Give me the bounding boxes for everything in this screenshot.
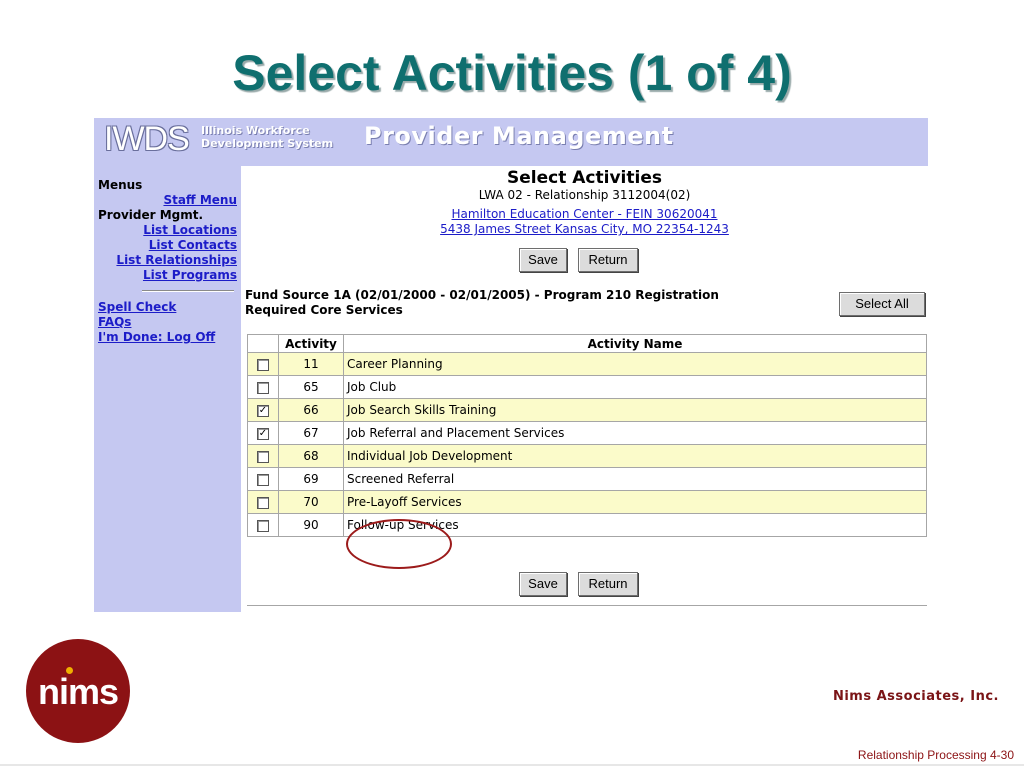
nims-logo-text: nims: [37, 671, 119, 712]
fund-source-line1: Fund Source 1A (02/01/2000 - 02/01/2005)…: [245, 288, 719, 302]
table-row: 70 Pre-Layoff Services: [247, 490, 927, 514]
sidebar-item-list-contacts[interactable]: List Contacts: [149, 238, 237, 252]
sidebar-item-list-locations[interactable]: List Locations: [143, 223, 237, 237]
sidebar-item-log-off[interactable]: I'm Done: Log Off: [98, 330, 215, 344]
select-all-button[interactable]: Select All: [839, 292, 925, 316]
activities-table: Activity Activity Name 11 Career Plannin…: [247, 334, 927, 537]
header-activity-name: Activity Name: [343, 334, 927, 353]
logo-subtitle-line1: Illinois Workforce: [201, 124, 310, 137]
activity-name: Screened Referral: [343, 467, 927, 491]
slide-title: Select Activities (1 of 4): [232, 45, 792, 101]
save-button-top[interactable]: Save: [519, 248, 567, 272]
sidebar-item-spell-check[interactable]: Spell Check: [98, 300, 176, 314]
activity-checkbox[interactable]: [257, 519, 269, 532]
table-row: 69 Screened Referral: [247, 467, 927, 491]
page-title: Select Activities: [507, 168, 662, 188]
table-row: ✓ 66 Job Search Skills Training: [247, 398, 927, 422]
save-highlight-annotation: [346, 519, 452, 569]
table-row: 65 Job Club: [247, 375, 927, 399]
activity-checkbox[interactable]: ✓: [257, 404, 269, 417]
activity-name: Job Club: [343, 375, 927, 399]
sidebar-divider: [142, 290, 234, 292]
activity-checkbox[interactable]: [257, 496, 269, 509]
slide-footer: Relationship Processing 4-30: [857, 748, 1014, 762]
activity-checkbox[interactable]: [257, 450, 269, 463]
app-screenshot: IWDS Illinois Workforce Development Syst…: [94, 118, 928, 612]
header-activity: Activity: [278, 334, 344, 353]
activity-code: 11: [278, 352, 344, 376]
save-button-bottom[interactable]: Save: [519, 572, 567, 596]
activity-name: Individual Job Development: [343, 444, 927, 468]
logo-subtitle: Illinois Workforce Development System: [201, 124, 333, 150]
activity-code: 65: [278, 375, 344, 399]
sidebar-menus-label: Menus: [98, 178, 143, 192]
fund-source-line2: Required Core Services: [245, 303, 403, 317]
sidebar-item-faqs[interactable]: FAQs: [98, 315, 131, 329]
header-checkbox-col: [247, 334, 279, 353]
activity-checkbox[interactable]: [257, 473, 269, 486]
main-content: Select Activities LWA 02 - Relationship …: [241, 166, 928, 612]
activity-name: Career Planning: [343, 352, 927, 376]
footer-divider: [0, 764, 1024, 766]
sidebar: Menus Staff Menu Provider Mgmt. List Loc…: [94, 166, 241, 612]
activity-code: 67: [278, 421, 344, 445]
activity-name: Job Search Skills Training: [343, 398, 927, 422]
activity-checkbox[interactable]: [257, 381, 269, 394]
fund-source-info: Fund Source 1A (02/01/2000 - 02/01/2005)…: [245, 288, 719, 318]
return-button-bottom[interactable]: Return: [578, 572, 638, 596]
table-header-row: Activity Activity Name: [247, 334, 927, 353]
table-row: ✓ 67 Job Referral and Placement Services: [247, 421, 927, 445]
sidebar-provider-mgmt-label: Provider Mgmt.: [98, 208, 204, 222]
iwds-logo: IWDS: [94, 118, 202, 162]
company-name: Nims Associates, Inc.: [832, 689, 999, 704]
activity-checkbox[interactable]: [257, 358, 269, 371]
sidebar-item-staff-menu[interactable]: Staff Menu: [163, 193, 237, 207]
banner-title: Provider Management: [364, 122, 674, 150]
activity-code: 90: [278, 513, 344, 537]
relationship-line: LWA 02 - Relationship 3112004(02): [478, 188, 691, 202]
address-link[interactable]: 5438 James Street Kansas City, MO 22354-…: [440, 222, 729, 236]
sidebar-item-list-programs[interactable]: List Programs: [143, 268, 237, 282]
return-button-top[interactable]: Return: [578, 248, 638, 272]
activity-code: 69: [278, 467, 344, 491]
activity-code: 68: [278, 444, 344, 468]
bottom-divider: [247, 605, 927, 606]
table-row: 90 Follow-up Services: [247, 513, 927, 537]
table-row: 11 Career Planning: [247, 352, 927, 376]
table-row: 68 Individual Job Development: [247, 444, 927, 468]
activity-name: Pre-Layoff Services: [343, 490, 927, 514]
app-banner: IWDS Illinois Workforce Development Syst…: [94, 118, 928, 166]
logo-subtitle-line2: Development System: [201, 137, 334, 150]
nims-logo: nims: [26, 639, 130, 743]
activity-code: 70: [278, 490, 344, 514]
iwds-logo-text: IWDS: [104, 120, 190, 158]
sidebar-item-list-relationships[interactable]: List Relationships: [116, 253, 237, 267]
activity-code: 66: [278, 398, 344, 422]
activity-name: Job Referral and Placement Services: [343, 421, 927, 445]
activity-checkbox[interactable]: ✓: [257, 427, 269, 440]
